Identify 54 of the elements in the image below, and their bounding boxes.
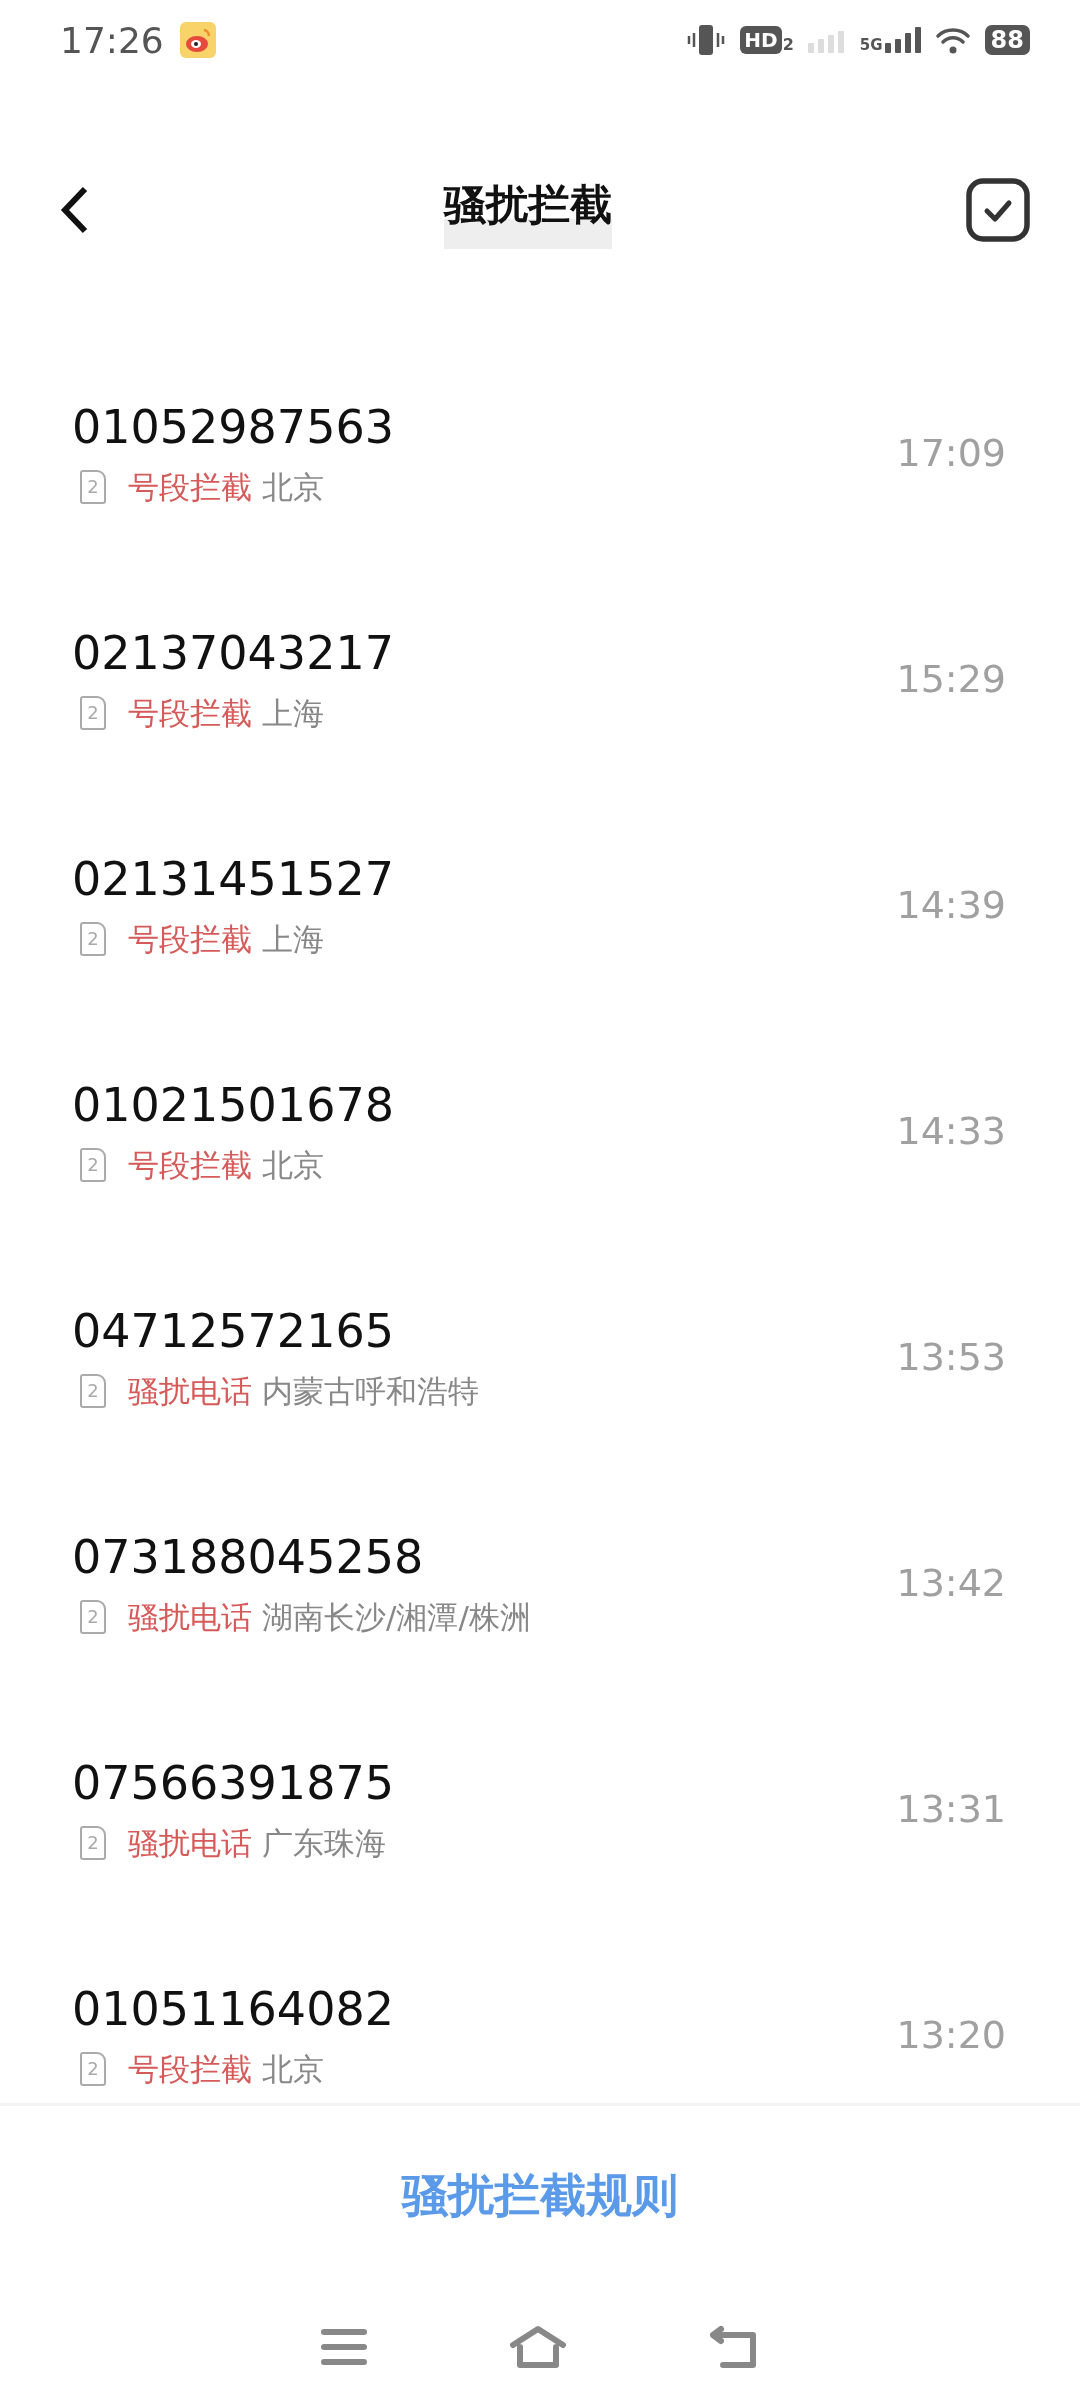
back-icon[interactable] [60,185,90,235]
phone-number: 07566391875 [72,1755,395,1812]
vibrate-icon [686,23,727,57]
block-reason: 号段拦截 [128,468,252,507]
phone-number: 073188045258 [72,1529,425,1586]
hd-sim-number: 2 [782,35,794,54]
block-reason: 骚扰电话 [128,1372,252,1411]
sim-card-badge: 2 [80,1826,106,1860]
signal-icon [884,27,921,53]
select-checkbox-icon[interactable] [966,178,1030,242]
sim-card-badge: 2 [80,2052,106,2086]
call-time: 13:53 [896,1335,1006,1379]
sim-card-badge: 2 [80,1148,106,1182]
wifi-icon [934,25,971,55]
caller-location: 上海 [262,694,324,733]
call-time: 13:42 [896,1561,1006,1605]
caller-location: 内蒙古呼和浩特 [262,1372,479,1411]
home-icon[interactable] [509,2325,567,2369]
call-time: 14:39 [896,883,1006,927]
block-reason: 号段拦截 [128,1146,252,1185]
caller-location: 湖南长沙/湘潭/株洲 [262,1598,531,1637]
call-time: 13:31 [896,1787,1006,1831]
app-notification-icon [179,22,216,58]
call-time: 15:29 [896,657,1006,701]
caller-location: 广东珠海 [262,1824,386,1863]
rules-link[interactable]: 骚扰拦截规则 [402,2165,678,2227]
sim-card-badge: 2 [80,1374,106,1408]
phone-number: 01021501678 [72,1077,395,1134]
network-type: 5G [859,38,883,53]
sim-card-badge: 2 [80,1600,106,1634]
block-reason: 号段拦截 [128,920,252,959]
caller-location: 上海 [262,920,324,959]
phone-number: 02131451527 [72,851,395,908]
caller-location: 北京 [262,1146,324,1185]
caller-location: 北京 [262,468,324,507]
menu-icon[interactable] [321,2327,367,2367]
sim-card-badge: 2 [80,470,106,504]
call-time: 13:20 [896,2013,1006,2057]
phone-number: 02137043217 [72,625,395,682]
block-reason: 号段拦截 [128,2050,252,2089]
phone-number: 04712572165 [72,1303,395,1360]
block-reason: 骚扰电话 [128,1824,252,1863]
call-time: 17:09 [896,431,1006,475]
phone-number: 01051164082 [72,1981,395,2038]
hd-voice-badge: HD [740,26,782,54]
caller-location: 北京 [262,2050,324,2089]
block-reason: 骚扰电话 [128,1598,252,1637]
block-reason: 号段拦截 [128,694,252,733]
sim-card-badge: 2 [80,696,106,730]
clock-time: 17:26 [60,19,164,61]
battery-level: 88 [984,25,1030,55]
call-time: 14:33 [896,1109,1006,1153]
phone-number: 01052987563 [72,399,395,456]
sim-card-badge: 2 [80,922,106,956]
